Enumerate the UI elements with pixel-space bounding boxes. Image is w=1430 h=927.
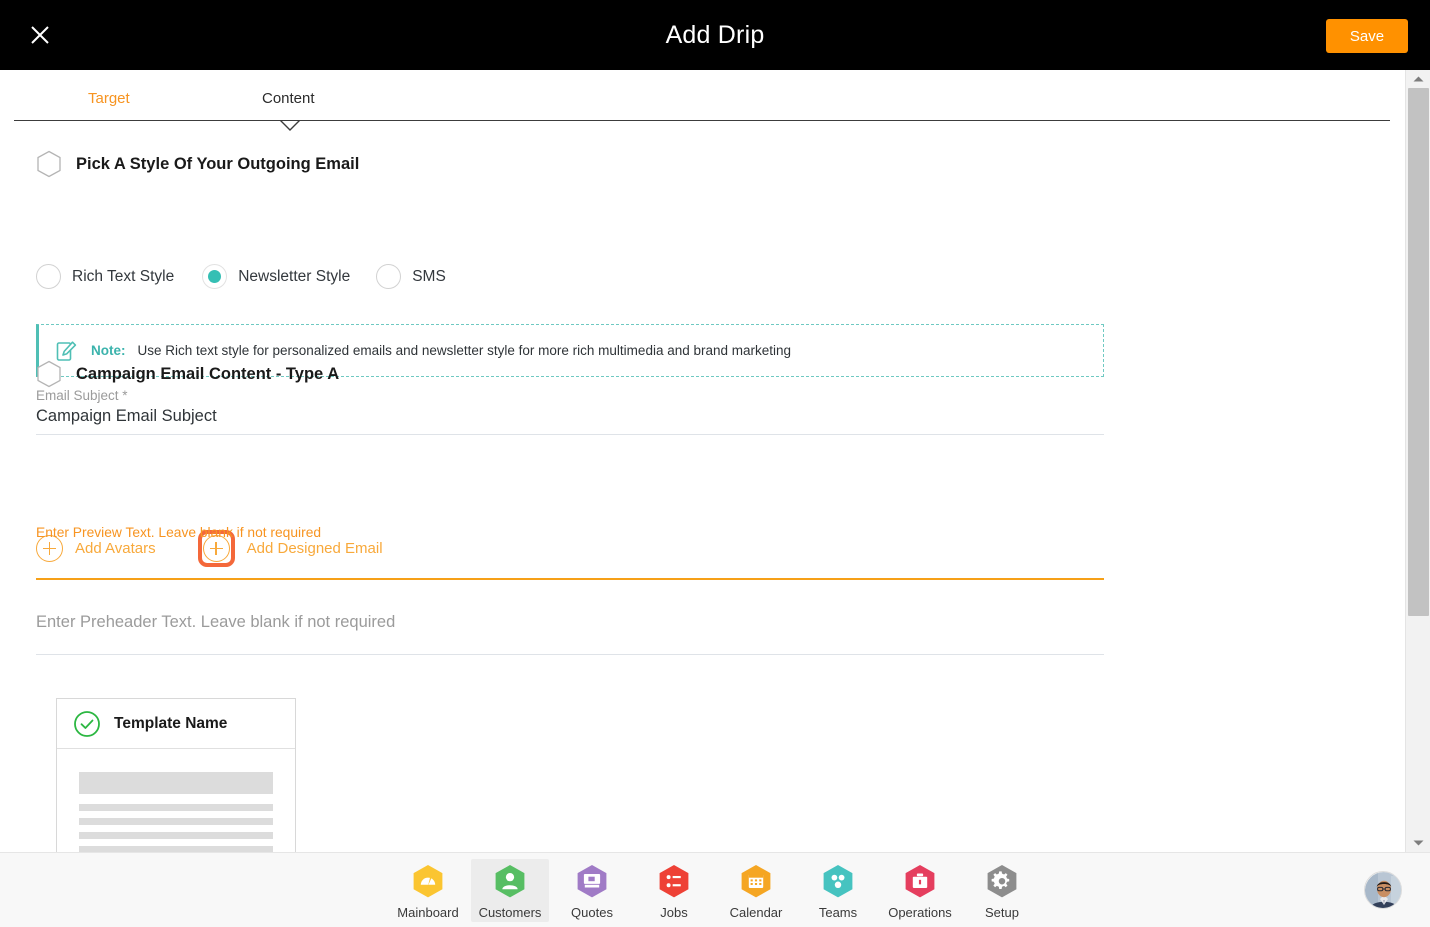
radio-label-sms: SMS	[412, 267, 446, 285]
radio-circle-icon	[36, 264, 61, 289]
nav-items: Mainboard Customers Quotes Jobs Calendar…	[0, 853, 1430, 927]
email-subject-underline	[36, 434, 1104, 435]
content-panel: Target Content Pick A Style Of Your Outg…	[0, 70, 1405, 852]
gear-hex-icon	[987, 865, 1017, 898]
radio-newsletter-style[interactable]: Newsletter Style	[202, 264, 350, 289]
email-subject-value[interactable]: Campaign Email Subject	[36, 407, 1104, 426]
edit-note-icon	[56, 340, 77, 361]
section-header-style: Pick A Style Of Your Outgoing Email	[36, 150, 359, 178]
wizard-tabs: Target Content	[14, 90, 1390, 134]
nav-item-customers[interactable]: Customers	[471, 859, 549, 922]
nav-item-jobs[interactable]: Jobs	[635, 859, 713, 922]
tabs-divider	[14, 120, 1390, 121]
scroll-up-button[interactable]	[1406, 70, 1430, 88]
check-circle-icon	[74, 710, 100, 737]
scroll-down-button[interactable]	[1406, 834, 1430, 852]
template-preview-placeholder	[57, 749, 295, 852]
nav-item-mainboard[interactable]: Mainboard	[389, 859, 467, 922]
scrollbar-thumb[interactable]	[1408, 88, 1429, 616]
dashboard-hex-icon	[413, 865, 443, 898]
chevron-up-icon	[1413, 70, 1424, 88]
section-title-style: Pick A Style Of Your Outgoing Email	[76, 154, 360, 173]
radio-circle-icon	[376, 264, 402, 289]
section-title-campaign: Campaign Email Content - Type A	[76, 364, 340, 383]
nav-item-teams[interactable]: Teams	[799, 859, 877, 922]
radio-label-rich-text-style: Rich Text Style	[72, 267, 175, 285]
page-title: Add Drip	[665, 20, 765, 49]
note-text: Use Rich text style for personalized ema…	[137, 343, 792, 358]
user-avatar[interactable]	[1364, 871, 1402, 909]
nav-label-teams: Teams	[818, 905, 858, 920]
section-header-campaign: Campaign Email Content - Type A	[36, 360, 339, 388]
template-preview-block	[79, 772, 273, 794]
hexagon-outline-icon	[37, 360, 61, 388]
preview-text-value[interactable]	[36, 544, 1104, 570]
preview-text-field[interactable]: Enter Preview Text. Leave blank if not r…	[36, 525, 1104, 580]
preview-text-label: Enter Preview Text. Leave blank if not r…	[36, 525, 322, 540]
template-card[interactable]: Template Name	[56, 698, 296, 852]
template-preview-line	[79, 832, 273, 839]
briefcase-hex-icon	[905, 865, 935, 898]
chevron-down-icon	[1413, 834, 1424, 852]
radio-circle-selected-icon	[202, 264, 228, 289]
template-name: Template Name	[114, 714, 228, 732]
nav-label-setup: Setup	[985, 905, 1019, 920]
preheader-text-field[interactable]: Enter Preheader Text. Leave blank if not…	[36, 613, 1104, 655]
nav-label-operations: Operations	[888, 905, 952, 920]
tab-content[interactable]: Content	[258, 90, 319, 107]
template-preview-line	[79, 818, 273, 825]
content-scroll-region: Target Content Pick A Style Of Your Outg…	[0, 70, 1430, 852]
email-subject-label: Email Subject *	[36, 388, 128, 403]
template-preview-line	[79, 804, 273, 811]
radio-dot	[208, 270, 222, 283]
note-label: Note:	[91, 343, 126, 358]
vertical-scrollbar[interactable]	[1405, 70, 1430, 852]
preview-text-underline	[36, 578, 1104, 580]
calendar-hex-icon	[741, 865, 771, 898]
radio-label-newsletter-style: Newsletter Style	[238, 267, 351, 285]
email-style-radio-group: Rich Text Style Newsletter Style SMS	[36, 264, 446, 289]
radio-rich-text-style[interactable]: Rich Text Style	[36, 264, 174, 289]
nav-label-mainboard: Mainboard	[397, 905, 459, 920]
nav-label-quotes: Quotes	[571, 905, 613, 920]
preheader-text-underline	[36, 654, 1104, 655]
nav-item-operations[interactable]: Operations	[881, 859, 959, 922]
radio-sms[interactable]: SMS	[376, 264, 446, 289]
bottom-navigation-bar: Mainboard Customers Quotes Jobs Calendar…	[0, 852, 1430, 927]
nav-item-calendar[interactable]: Calendar	[717, 859, 795, 922]
email-subject-field[interactable]: Email Subject * Campaign Email Subject	[36, 388, 1104, 435]
person-hex-icon	[495, 865, 525, 898]
tab-target[interactable]: Target	[84, 90, 134, 107]
top-bar: Add Drip Save	[0, 0, 1430, 70]
checklist-hex-icon	[659, 865, 689, 898]
active-tab-caret-icon	[279, 120, 301, 132]
save-button[interactable]: Save	[1326, 19, 1408, 53]
teams-hex-icon	[823, 865, 853, 898]
app-root: Add Drip Save Target Content Pick A Styl…	[0, 0, 1430, 927]
nav-label-calendar: Calendar	[729, 905, 783, 920]
hexagon-outline-icon	[37, 150, 61, 178]
template-card-header: Template Name	[57, 699, 295, 749]
nav-label-jobs: Jobs	[660, 905, 688, 920]
nav-label-customers: Customers	[478, 905, 542, 920]
nav-item-setup[interactable]: Setup	[963, 859, 1041, 922]
preheader-text-placeholder[interactable]: Enter Preheader Text. Leave blank if not…	[36, 613, 1104, 632]
nav-item-quotes[interactable]: Quotes	[553, 859, 631, 922]
documents-hex-icon	[577, 865, 607, 898]
